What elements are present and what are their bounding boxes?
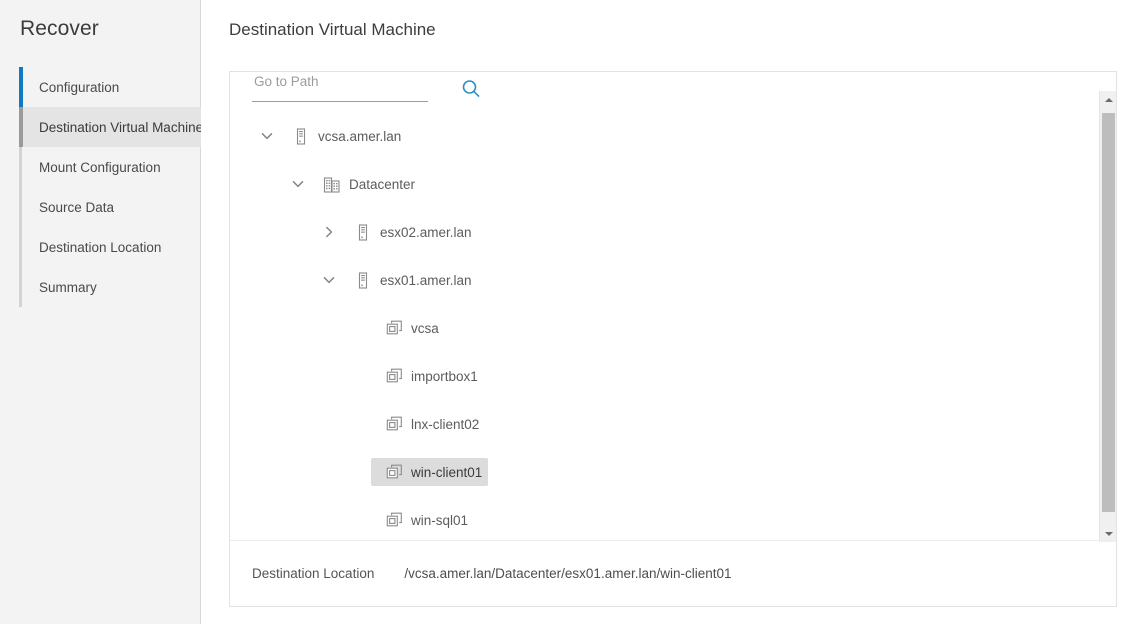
sidebar-item-configuration[interactable]: Configuration [19, 67, 201, 107]
host-icon [355, 224, 371, 241]
virtual-machine-icon [386, 512, 403, 528]
tree-node-hit-area[interactable]: win-client01 [371, 458, 488, 486]
sidebar-item-label: Summary [39, 280, 97, 295]
tree-node[interactable]: win-sql01 [230, 496, 1087, 544]
virtual-machine-icon [386, 368, 403, 384]
virtual-machine-icon [385, 319, 403, 337]
tree-node-hit-area[interactable]: vcsa [371, 314, 445, 342]
tree-expand-toggle[interactable] [318, 221, 340, 243]
step-rail-indicator [19, 267, 22, 307]
tree-node-label: Datacenter [349, 177, 415, 192]
step-rail-indicator [19, 187, 22, 227]
sidebar-item-label: Configuration [39, 80, 119, 95]
sidebar-item-label: Destination Location [39, 240, 161, 255]
sidebar-item-label: Destination Virtual Machine [39, 120, 203, 135]
step-rail-indicator [19, 67, 23, 107]
tree-node-label: importbox1 [411, 369, 478, 384]
tree-node[interactable]: esx01.amer.lan [230, 256, 1087, 304]
tree-expand-toggle[interactable] [287, 173, 309, 195]
tree-node-hit-area[interactable]: esx01.amer.lan [340, 266, 478, 294]
host-icon [354, 271, 372, 289]
tree-node-label: esx02.amer.lan [380, 225, 472, 240]
tree-node-hit-area[interactable]: esx02.amer.lan [340, 218, 478, 246]
virtual-machine-icon [386, 320, 403, 336]
tree-vertical-scrollbar[interactable] [1099, 91, 1116, 542]
search-icon [460, 78, 482, 100]
tree-node-label: vcsa [411, 321, 439, 336]
tree-node-label: vcsa.amer.lan [318, 129, 401, 144]
sidebar-item-summary[interactable]: Summary [19, 267, 201, 307]
chevron-right-icon [322, 225, 336, 239]
sidebar-item-label: Source Data [39, 200, 114, 215]
chevron-down-icon [322, 273, 336, 287]
sidebar-item-destination-virtual-machine[interactable]: Destination Virtual Machine [19, 107, 201, 147]
virtual-machine-icon [385, 511, 403, 529]
triangle-up-icon [1105, 98, 1113, 102]
tree-node-hit-area[interactable]: importbox1 [371, 362, 484, 390]
chevron-down-icon [260, 129, 274, 143]
tree-node[interactable]: importbox1 [230, 352, 1087, 400]
go-to-path-row [252, 71, 512, 104]
main-content: Destination Virtual Machine vcsa.amer.la… [201, 0, 1127, 624]
virtual-machine-icon [385, 415, 403, 433]
tree-node-hit-area[interactable]: win-sql01 [371, 506, 474, 534]
tree-node[interactable]: win-client01 [230, 448, 1087, 496]
tree-node[interactable]: vcsa.amer.lan [230, 112, 1087, 160]
datacenter-icon [323, 176, 341, 193]
go-to-path-input[interactable] [252, 71, 428, 102]
destination-location-value: /vcsa.amer.lan/Datacenter/esx01.amer.lan… [404, 566, 731, 581]
server-icon [292, 127, 310, 145]
destination-vm-picker-card: vcsa.amer.lan Datacenter esx02.amer.lan esx… [229, 71, 1117, 607]
sidebar-item-destination-location[interactable]: Destination Location [19, 227, 201, 267]
tree-expand-toggle[interactable] [256, 125, 278, 147]
tree-node[interactable]: lnx-client02 [230, 400, 1087, 448]
wizard-step-list: Configuration Destination Virtual Machine… [19, 67, 201, 307]
inventory-tree[interactable]: vcsa.amer.lan Datacenter esx02.amer.lan esx… [230, 112, 1087, 592]
search-button[interactable] [460, 78, 482, 100]
virtual-machine-icon [386, 464, 403, 480]
virtual-machine-icon [385, 463, 403, 481]
sidebar-item-mount-configuration[interactable]: Mount Configuration [19, 147, 201, 187]
destination-location-label: Destination Location [252, 566, 374, 581]
tree-node-hit-area[interactable]: lnx-client02 [371, 410, 485, 438]
page-title: Destination Virtual Machine [229, 20, 436, 40]
chevron-down-icon [291, 177, 305, 191]
tree-node-hit-area[interactable]: vcsa.amer.lan [278, 122, 407, 150]
tree-node[interactable]: esx02.amer.lan [230, 208, 1087, 256]
page-heading: Recover [20, 17, 99, 41]
step-rail-indicator [19, 227, 22, 267]
tree-node-label: lnx-client02 [411, 417, 479, 432]
tree-node[interactable]: vcsa [230, 304, 1087, 352]
scroll-up-button[interactable] [1100, 91, 1117, 108]
recover-wizard-window: Recover Configuration Destination Virtual… [0, 0, 1127, 624]
tree-expand-toggle[interactable] [318, 269, 340, 291]
server-icon [293, 128, 309, 145]
tree-node[interactable]: Datacenter [230, 160, 1087, 208]
host-icon [354, 223, 372, 241]
tree-node-label: win-client01 [411, 465, 482, 480]
tree-node-hit-area[interactable]: Datacenter [309, 170, 421, 198]
sidebar-item-label: Mount Configuration [39, 160, 161, 175]
destination-location-bar: Destination Location /vcsa.amer.lan/Data… [230, 540, 1116, 606]
step-rail-indicator [19, 107, 23, 147]
virtual-machine-icon [385, 367, 403, 385]
sidebar-item-source-data[interactable]: Source Data [19, 187, 201, 227]
triangle-down-icon [1105, 532, 1113, 536]
host-icon [355, 272, 371, 289]
tree-node-label: win-sql01 [411, 513, 468, 528]
step-rail-indicator [19, 147, 22, 187]
scrollbar-thumb[interactable] [1102, 113, 1115, 512]
virtual-machine-icon [386, 416, 403, 432]
tree-node-label: esx01.amer.lan [380, 273, 472, 288]
datacenter-icon [323, 175, 341, 193]
wizard-sidebar: Recover Configuration Destination Virtual… [0, 0, 201, 624]
